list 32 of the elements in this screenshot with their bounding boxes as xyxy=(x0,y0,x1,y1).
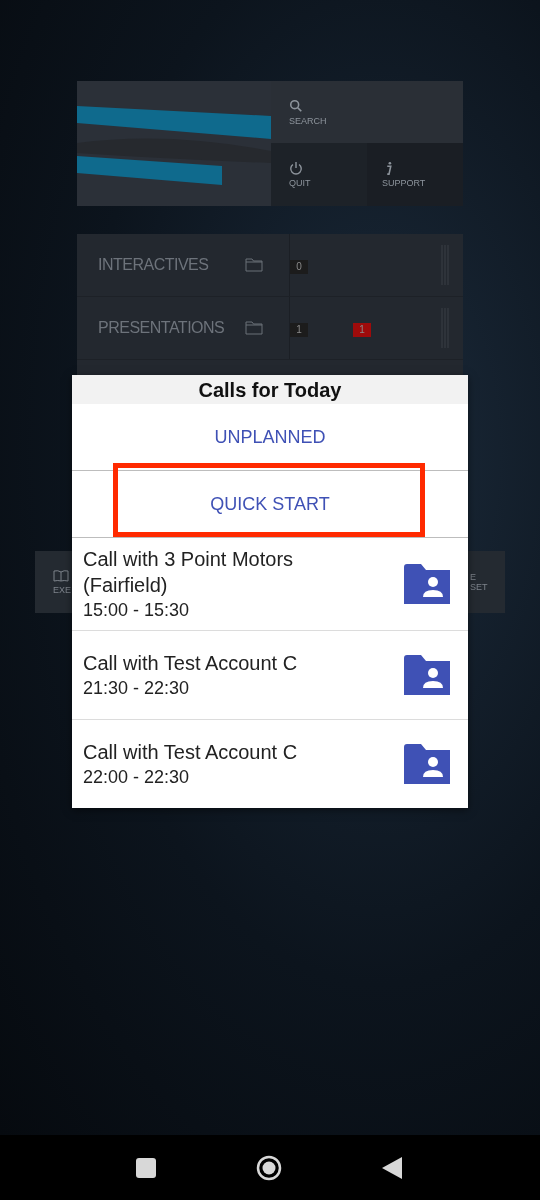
book-icon xyxy=(53,569,69,582)
dialog-title: Calls for Today xyxy=(72,375,468,404)
call-item[interactable]: Call with Test Account C 21:30 - 22:30 xyxy=(72,631,468,720)
search-icon xyxy=(289,98,303,113)
count-badge: 0 xyxy=(290,260,308,274)
call-time: 21:30 - 22:30 xyxy=(83,677,191,700)
quit-button[interactable]: QUIT xyxy=(271,143,367,206)
tile-label: E xyxy=(470,572,476,582)
call-time: 22:00 - 22:30 xyxy=(83,766,191,789)
call-title: Call with Test Account C xyxy=(83,651,299,676)
back-icon[interactable] xyxy=(382,1156,402,1179)
tile-label: EXE xyxy=(53,584,71,595)
power-icon xyxy=(289,161,303,175)
count-badge: 1 xyxy=(353,323,371,337)
call-item[interactable]: Call with 3 Point Motors (Fairfield) 15:00 - 15:30 xyxy=(72,538,468,631)
recents-icon[interactable] xyxy=(136,1157,156,1178)
folder-icon xyxy=(245,258,263,272)
action-button[interactable]: UNPLANNED xyxy=(72,404,468,471)
action-button[interactable]: QUICK START xyxy=(72,471,468,538)
contact-folder-icon[interactable] xyxy=(404,564,450,604)
contact-folder-icon[interactable] xyxy=(404,655,450,695)
tile-label: SET xyxy=(470,582,488,592)
call-item[interactable]: Call with Test Account C 22:00 - 22:30 xyxy=(72,720,468,808)
call-title: Call with Test Account C xyxy=(83,740,299,765)
home-icon[interactable] xyxy=(256,1154,282,1181)
search-button[interactable]: SEARCH xyxy=(271,81,463,143)
count-badge: 1 xyxy=(290,323,308,337)
category-label[interactable]: INTERACTIVES xyxy=(77,256,245,274)
category-label[interactable]: PRESENTATIONS xyxy=(77,319,245,337)
contact-folder-icon[interactable] xyxy=(404,744,450,784)
support-button[interactable]: SUPPORT xyxy=(367,143,463,206)
folder-icon xyxy=(245,321,263,335)
